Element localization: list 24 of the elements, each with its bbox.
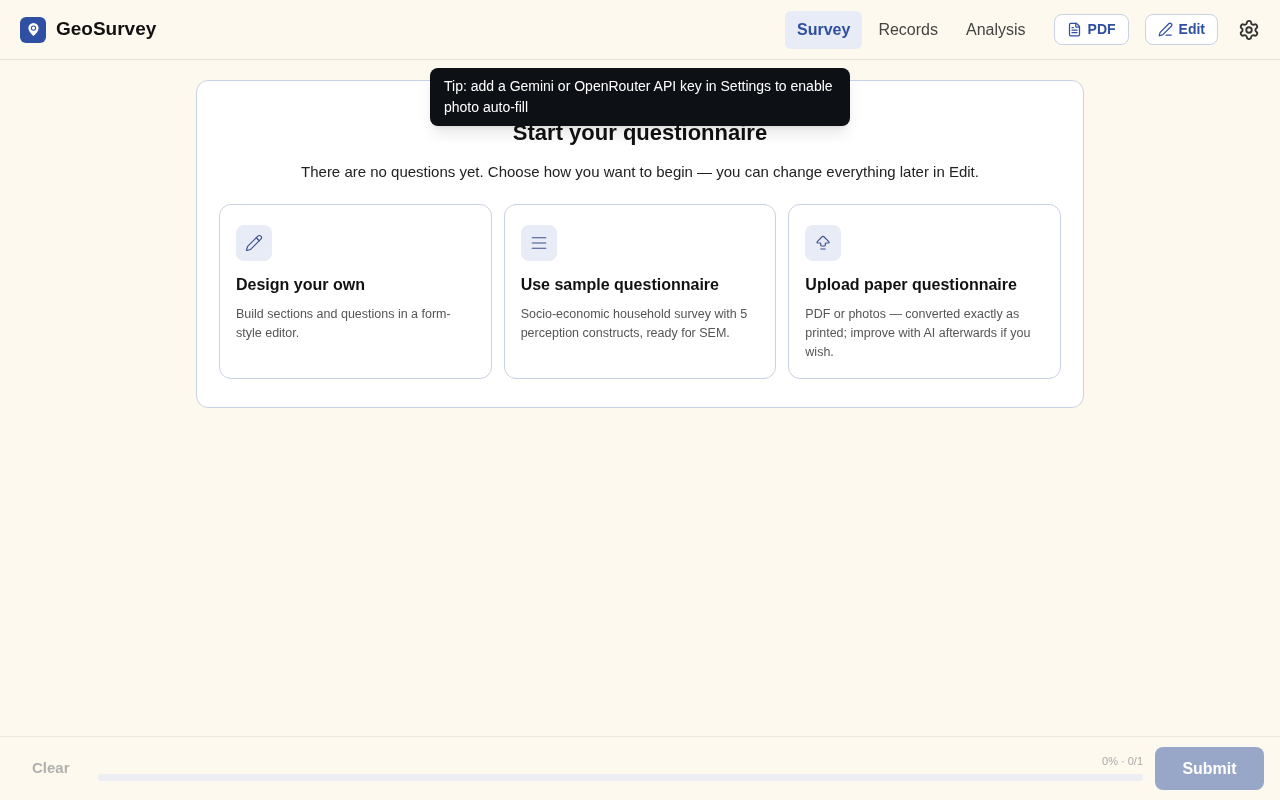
option-title: Upload paper questionnaire bbox=[805, 274, 1017, 295]
toolbar-button[interactable]: PDF bbox=[1053, 14, 1129, 45]
option-description: PDF or photos — converted exactly as printed; improve with AI afterwards if you wish. bbox=[805, 305, 1032, 361]
nav-tab[interactable]: Records bbox=[866, 10, 950, 49]
option-title: Use sample questionnaire bbox=[520, 274, 719, 295]
toolbar-button[interactable]: Edit bbox=[1144, 14, 1218, 45]
logo-icon bbox=[20, 16, 46, 43]
option-description: Socio-economic household survey with 5 perception constructs, ready for SEM. bbox=[520, 305, 749, 342]
option-card[interactable]: Use sample questionnaire Socio-economic household survey with 5 perception constructs, ready for SEM. bbox=[503, 203, 777, 379]
start-subtitle: There are no questions yet. Choose how you want to begin — you can change everything later in Edit. bbox=[301, 162, 979, 182]
pen-icon bbox=[1157, 22, 1173, 37]
option-card[interactable]: Upload paper questionnaire PDF or photos — converted exactly as printed; improve with AI afterwards if you wish. bbox=[788, 203, 1061, 379]
settings-icon[interactable] bbox=[1238, 18, 1260, 41]
nav-tab[interactable]: Survey bbox=[785, 10, 863, 49]
option-description: Build sections and questions in a form-style editor. bbox=[236, 305, 452, 342]
option-title: Design your own bbox=[236, 274, 365, 295]
option-card[interactable]: Design your own Build sections and questions in a form-style editor. bbox=[219, 203, 492, 379]
tooltip: Tip: add a Gemini or OpenRouter API key in Settings to enable photo auto-fill bbox=[430, 68, 850, 126]
upload-arrow-icon bbox=[814, 233, 833, 252]
app-name: GeoSurvey bbox=[56, 17, 157, 42]
progress-text: 0% · 0/1 bbox=[1102, 754, 1143, 770]
nav-tab[interactable]: Analysis bbox=[953, 10, 1038, 49]
document-icon bbox=[1066, 22, 1082, 37]
pencil-icon bbox=[245, 233, 263, 252]
